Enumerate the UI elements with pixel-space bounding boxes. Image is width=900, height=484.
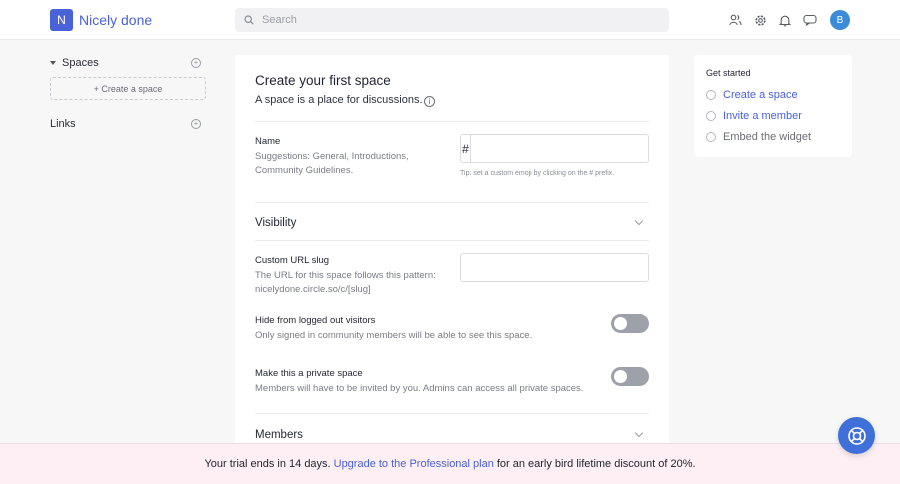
checklist-label: Create a space xyxy=(723,89,798,101)
sidebar-spaces-header[interactable]: Spaces xyxy=(50,56,206,70)
hide-visitors-label: Hide from logged out visitors xyxy=(255,315,376,326)
members-section-toggle[interactable]: Members xyxy=(255,429,303,441)
members-icon[interactable] xyxy=(728,13,742,27)
emoji-prefix-button[interactable]: # xyxy=(461,135,471,162)
slug-hint: The URL for this space follows this patt… xyxy=(255,270,436,295)
divider xyxy=(255,240,649,241)
hide-visitors-toggle[interactable] xyxy=(611,314,649,333)
page-title: Create your first space xyxy=(255,73,391,88)
lifebuoy-icon xyxy=(847,426,866,445)
emoji-tip: Tip: set a custom emoji by clicking on t… xyxy=(460,170,615,177)
hide-visitors-hint: Only signed in community members will be… xyxy=(255,330,533,341)
chevron-down-icon[interactable] xyxy=(634,216,644,226)
checklist-label: Embed the widget xyxy=(723,131,812,143)
space-name-input[interactable] xyxy=(471,135,648,162)
toggle-knob xyxy=(614,370,627,383)
help-button[interactable] xyxy=(838,417,875,454)
private-space-toggle[interactable] xyxy=(611,367,649,386)
page-subtitle: A space is a place for discussions. xyxy=(255,94,423,106)
chat-icon[interactable] xyxy=(803,13,817,27)
search-bar[interactable] xyxy=(235,8,669,32)
add-link-icon[interactable]: + xyxy=(191,119,201,129)
checklist-invite-member[interactable]: Invite a member xyxy=(706,110,802,122)
top-bar: N Nicely done B xyxy=(0,0,900,40)
private-space-label: Make this a private space xyxy=(255,368,363,379)
caret-down-icon xyxy=(50,61,56,65)
checklist-embed-widget[interactable]: Embed the widget xyxy=(706,131,811,143)
get-started-panel: Get started Create a space Invite a memb… xyxy=(694,55,852,157)
search-input[interactable] xyxy=(262,14,642,26)
name-field: # xyxy=(460,134,649,163)
private-space-hint: Members will have to be invited by you. … xyxy=(255,383,584,394)
divider xyxy=(255,413,649,414)
upgrade-link[interactable]: Upgrade to the Professional plan xyxy=(334,458,494,470)
custom-slug-input[interactable] xyxy=(460,253,649,282)
name-label: Name xyxy=(255,136,281,147)
chevron-down-icon[interactable] xyxy=(634,428,644,438)
trial-discount-text: for an early bird lifetime discount of 2… xyxy=(496,458,696,470)
gear-icon[interactable] xyxy=(753,13,767,27)
toggle-knob xyxy=(614,317,627,330)
name-hint: Suggestions: General, Introductions, Com… xyxy=(255,151,409,176)
checklist-create-space[interactable]: Create a space xyxy=(706,89,798,101)
user-avatar[interactable]: B xyxy=(830,10,850,30)
sidebar-links-title[interactable]: Links xyxy=(50,118,76,130)
checkbox-circle-icon xyxy=(706,111,716,121)
trial-banner: Your trial ends in 14 days. Upgrade to t… xyxy=(0,443,900,484)
trial-text: Your trial ends in 14 days. xyxy=(204,458,331,470)
search-icon xyxy=(244,15,254,25)
slug-label: Custom URL slug xyxy=(255,255,330,266)
info-icon[interactable]: i xyxy=(424,96,435,107)
community-name[interactable]: Nicely done xyxy=(79,12,152,28)
divider xyxy=(255,121,649,122)
community-logo[interactable]: N xyxy=(50,9,73,31)
get-started-title: Get started xyxy=(706,68,751,78)
create-space-form: Create your first space A space is a pla… xyxy=(235,55,669,484)
sidebar-spaces-title: Spaces xyxy=(62,57,99,69)
divider xyxy=(255,202,649,203)
checklist-label: Invite a member xyxy=(723,110,802,122)
bell-icon[interactable] xyxy=(778,13,792,27)
checkbox-circle-icon xyxy=(706,90,716,100)
create-space-button[interactable]: + Create a space xyxy=(50,77,206,100)
add-space-icon[interactable]: + xyxy=(191,58,201,68)
checkbox-circle-icon xyxy=(706,132,716,142)
visibility-section-toggle[interactable]: Visibility xyxy=(255,217,296,229)
